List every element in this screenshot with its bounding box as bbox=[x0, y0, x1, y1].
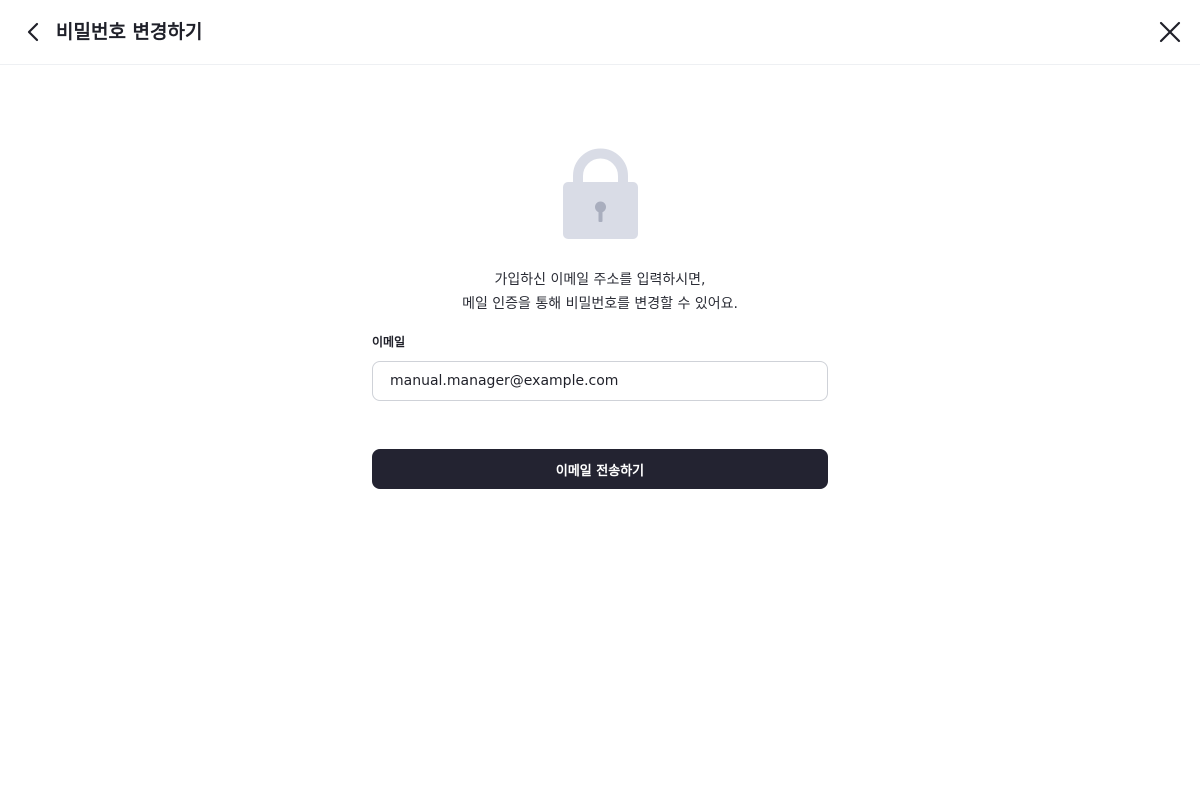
back-button[interactable] bbox=[20, 19, 46, 45]
close-icon bbox=[1159, 21, 1181, 43]
description-line-2: 메일 인증을 통해 비밀번호를 변경할 수 있어요. bbox=[462, 296, 738, 312]
send-email-button[interactable]: 이메일 전송하기 bbox=[372, 449, 828, 489]
description-line-1: 가입하신 이메일 주소를 입력하시면, bbox=[494, 272, 706, 288]
page-title: 비밀번호 변경하기 bbox=[56, 21, 203, 43]
email-label: 이메일 bbox=[372, 335, 406, 349]
chevron-left-icon bbox=[27, 22, 39, 42]
email-field[interactable] bbox=[372, 361, 828, 401]
header: 비밀번호 변경하기 bbox=[0, 0, 1200, 65]
lock-icon bbox=[562, 148, 639, 240]
close-button[interactable] bbox=[1157, 19, 1183, 45]
description-text: 가입하신 이메일 주소를 입력하시면, 메일 인증을 통해 비밀번호를 변경할 … bbox=[372, 268, 828, 316]
